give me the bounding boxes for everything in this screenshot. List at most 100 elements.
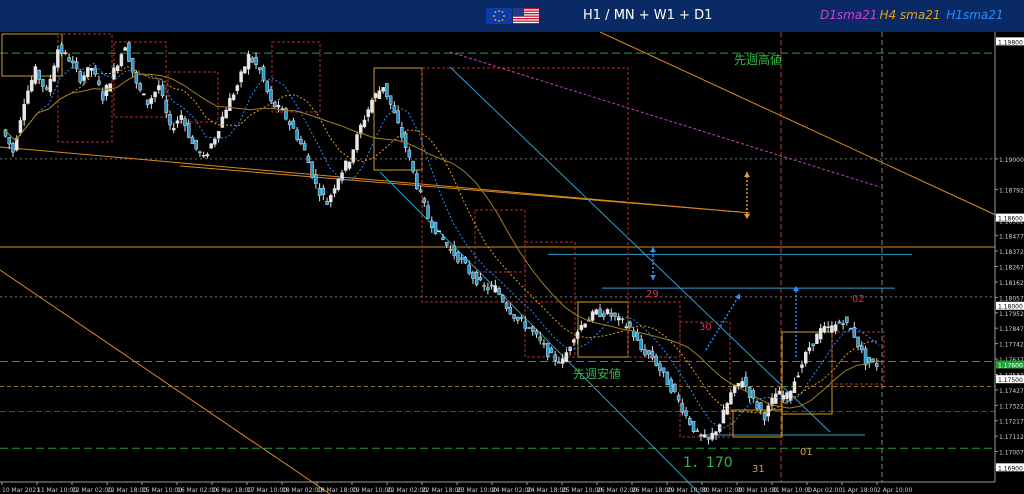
y-tick-label: 1.18792: [999, 187, 1024, 194]
y-tick-label: 1.18267: [999, 265, 1024, 272]
candle-body: [669, 379, 673, 393]
candle-body: [373, 93, 378, 98]
candle-body: [336, 178, 341, 190]
candle-body: [699, 434, 703, 437]
candle-body: [703, 434, 707, 438]
candle-body: [871, 358, 875, 362]
candle-body: [291, 120, 296, 129]
candle-body: [818, 328, 823, 340]
candle-body: [302, 143, 307, 151]
legend-h4-sma: H4 sma21: [879, 8, 941, 22]
candle-body: [762, 412, 767, 421]
candle-body: [815, 333, 819, 344]
candle-body: [512, 314, 516, 319]
candle-body: [875, 363, 879, 367]
candle-body: [418, 189, 423, 192]
candle-body: [530, 326, 535, 332]
candle-body: [160, 85, 165, 97]
candle-body: [463, 257, 468, 264]
candle-body: [153, 91, 157, 98]
day-label-02: 02: [852, 294, 865, 305]
candle-body: [856, 336, 860, 347]
candle-body: [123, 47, 127, 51]
candle-body: [684, 410, 688, 416]
candle-body: [370, 99, 374, 113]
candle-body: [366, 109, 370, 117]
x-tick-label: 10 Mar 2021: [2, 487, 40, 494]
candle-body: [415, 173, 419, 190]
candle-body: [534, 330, 539, 335]
y-tick-label: 1.18162: [999, 280, 1024, 287]
candle-body: [590, 311, 595, 321]
candle-body: [740, 381, 744, 388]
day-label-01: 01: [800, 447, 813, 458]
candle-body: [837, 321, 842, 324]
candle-body: [605, 309, 610, 314]
candle-body: [545, 342, 550, 357]
candle-body: [527, 327, 531, 329]
candle-body: [250, 57, 255, 63]
candle-body: [377, 90, 382, 99]
candle-body: [572, 339, 576, 343]
y-tick-label: 1.17007: [999, 450, 1024, 457]
candle-body: [89, 68, 94, 71]
candle-body: [239, 71, 243, 83]
candle-body: [332, 188, 337, 194]
candle-body: [695, 430, 700, 432]
candle-body: [841, 323, 845, 326]
candle-body: [243, 66, 247, 74]
price-tag-label: 1.16900: [998, 465, 1023, 472]
price-tag-label: 1.17500: [998, 377, 1023, 384]
candle-body: [710, 432, 714, 440]
price-chart[interactable]: 1.190001.187921.185821.184771.183721.182…: [0, 32, 1024, 494]
candle-body: [93, 67, 97, 75]
last-week-low-label: 先週安値: [573, 366, 621, 381]
candle-body: [676, 395, 681, 401]
candle-body: [254, 56, 258, 65]
candle-body: [392, 105, 397, 114]
candle-body: [624, 326, 628, 328]
candle-body: [807, 347, 812, 352]
candle-body: [579, 324, 584, 330]
candle-body: [493, 285, 498, 293]
candle-body: [172, 128, 176, 131]
candle-body: [108, 83, 112, 92]
candle-body: [56, 49, 60, 68]
candle-body: [149, 98, 154, 104]
candle-body: [175, 120, 180, 124]
candle-body: [826, 326, 830, 328]
eu-flag-icon: [486, 8, 512, 24]
candle-body: [347, 161, 352, 169]
candle-body: [688, 417, 692, 425]
candle-body: [119, 54, 124, 66]
candle-body: [164, 99, 169, 114]
candle-body: [115, 65, 120, 72]
candle-body: [706, 436, 711, 440]
day-label-29: 29: [646, 289, 659, 300]
candle-body: [321, 187, 326, 196]
candle-body: [216, 131, 221, 139]
price-tag-label: 1.19800: [998, 39, 1023, 46]
candle-body: [258, 67, 262, 71]
candle-body: [63, 52, 68, 54]
candle-body: [471, 272, 475, 279]
candle-body: [385, 83, 389, 97]
candle-body: [777, 390, 782, 395]
candle-body: [179, 115, 183, 120]
candle-body: [29, 79, 34, 92]
candle-body: [287, 121, 292, 126]
candle-body: [568, 346, 572, 351]
candle-body: [452, 245, 456, 256]
candle-body: [272, 101, 277, 108]
y-tick-label: 1.17427: [999, 388, 1024, 395]
candle-body: [474, 272, 479, 285]
candle-body: [766, 405, 771, 417]
day-label-30: 30: [699, 322, 712, 333]
candle-body: [755, 401, 759, 409]
candle-body: [284, 108, 288, 120]
candle-body: [444, 242, 449, 246]
candle-body: [598, 308, 602, 318]
candle-body: [553, 354, 557, 361]
candle-body: [729, 392, 733, 405]
x-tick-label: 1 Apr 18:00: [842, 487, 877, 494]
